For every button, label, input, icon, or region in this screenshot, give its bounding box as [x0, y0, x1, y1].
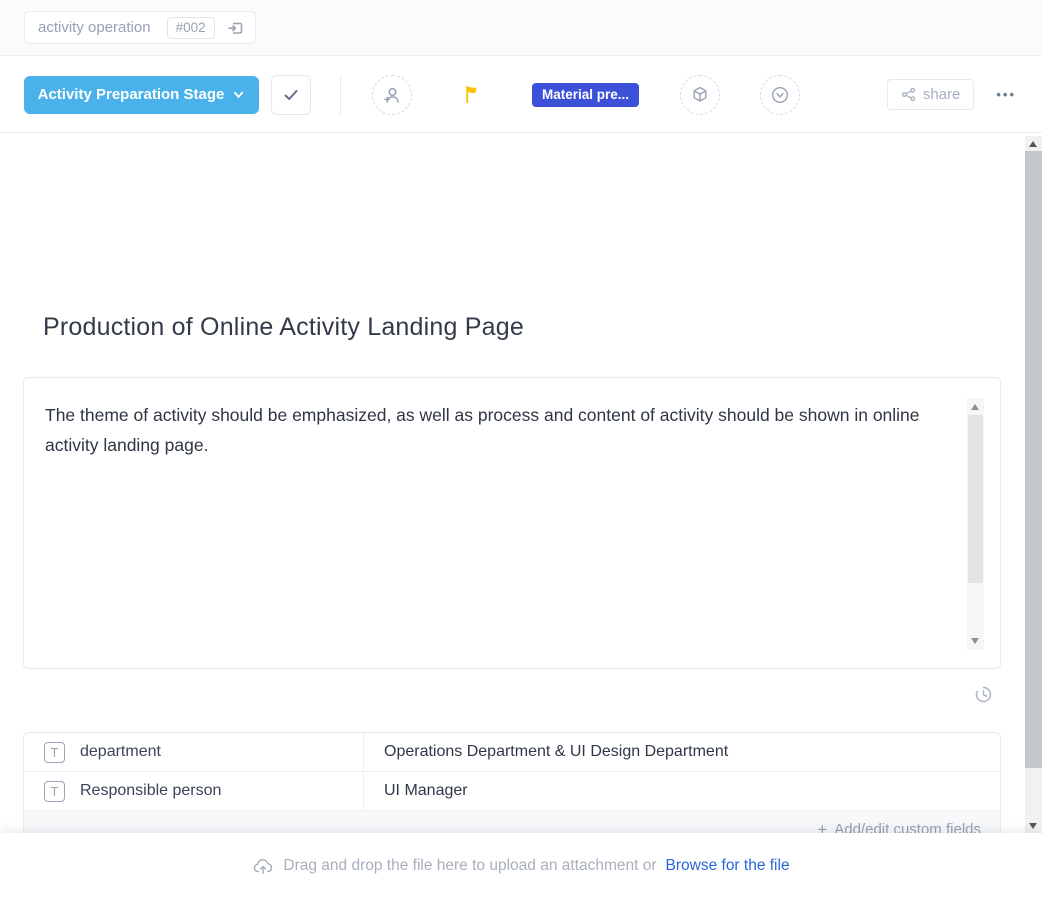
- page-scrollbar[interactable]: [1025, 136, 1042, 833]
- browse-file-link[interactable]: Browse for the file: [666, 857, 790, 875]
- cloud-upload-icon: [252, 855, 274, 877]
- description-scrollbar-thumb[interactable]: [968, 415, 983, 583]
- tag-badge[interactable]: Material pre...: [532, 83, 639, 107]
- toolbar: Activity Preparation Stage: [0, 57, 1042, 133]
- description-scrollbar[interactable]: [967, 398, 984, 650]
- checkmark-icon: [281, 85, 301, 105]
- task-detail-window: activity operation #002 Activity Prepara…: [0, 0, 1042, 898]
- field-value-cell[interactable]: Operations Department & UI Design Depart…: [364, 733, 1000, 771]
- share-button[interactable]: share: [887, 79, 975, 110]
- stage-dropdown-button[interactable]: Activity Preparation Stage: [24, 76, 259, 114]
- scroll-down-arrow-icon[interactable]: [971, 638, 979, 644]
- workflow-status-button[interactable]: [760, 75, 800, 115]
- edit-history-icon[interactable]: [974, 685, 993, 704]
- task-title[interactable]: Production of Online Activity Landing Pa…: [43, 313, 524, 342]
- custom-fields-table: T department Operations Department & UI …: [23, 732, 1001, 849]
- priority-flag-button[interactable]: [452, 75, 492, 115]
- page-scrollbar-thumb[interactable]: [1025, 151, 1042, 768]
- table-row: T department Operations Department & UI …: [24, 733, 1000, 772]
- field-label: Responsible person: [80, 782, 221, 800]
- share-icon: [901, 87, 916, 102]
- description-text[interactable]: The theme of activity should be emphasiz…: [45, 400, 945, 460]
- assign-person-icon: [381, 84, 403, 106]
- stage-label: Activity Preparation Stage: [38, 86, 225, 103]
- assign-member-button[interactable]: [372, 75, 412, 115]
- task-content: Production of Online Activity Landing Pa…: [0, 134, 1025, 833]
- share-label: share: [923, 86, 961, 103]
- task-reference[interactable]: activity operation #002: [24, 11, 256, 44]
- chevron-down-icon: [232, 88, 245, 101]
- cube-icon: [689, 84, 711, 106]
- upload-instruction-text: Drag and drop the file here to upload an…: [283, 857, 656, 875]
- flag-icon: [462, 84, 483, 105]
- description-panel[interactable]: The theme of activity should be emphasiz…: [23, 377, 1001, 669]
- toolbar-right-group: share •••: [887, 79, 1024, 110]
- field-label-cell: T department: [24, 733, 364, 771]
- text-field-type-icon: T: [44, 781, 65, 802]
- scroll-down-arrow-icon[interactable]: [1029, 823, 1037, 829]
- complete-task-button[interactable]: [271, 75, 311, 115]
- attachment-upload-bar: Drag and drop the file here to upload an…: [0, 833, 1042, 898]
- scroll-up-arrow-icon[interactable]: [1029, 141, 1037, 147]
- text-field-type-icon: T: [44, 742, 65, 763]
- field-label-cell: T Responsible person: [24, 772, 364, 810]
- open-in-board-icon[interactable]: [225, 18, 245, 38]
- circled-chevron-down-icon: [769, 84, 791, 106]
- related-items-button[interactable]: [680, 75, 720, 115]
- field-value-cell[interactable]: UI Manager: [364, 772, 1000, 810]
- topbar: activity operation #002: [0, 0, 1042, 56]
- task-type-label: activity operation: [38, 19, 151, 36]
- field-label: department: [80, 743, 161, 761]
- toolbar-divider: [340, 75, 341, 115]
- more-menu-button[interactable]: •••: [996, 87, 1016, 102]
- task-id-badge: #002: [167, 17, 215, 39]
- scroll-up-arrow-icon[interactable]: [971, 404, 979, 410]
- table-row: T Responsible person UI Manager: [24, 772, 1000, 811]
